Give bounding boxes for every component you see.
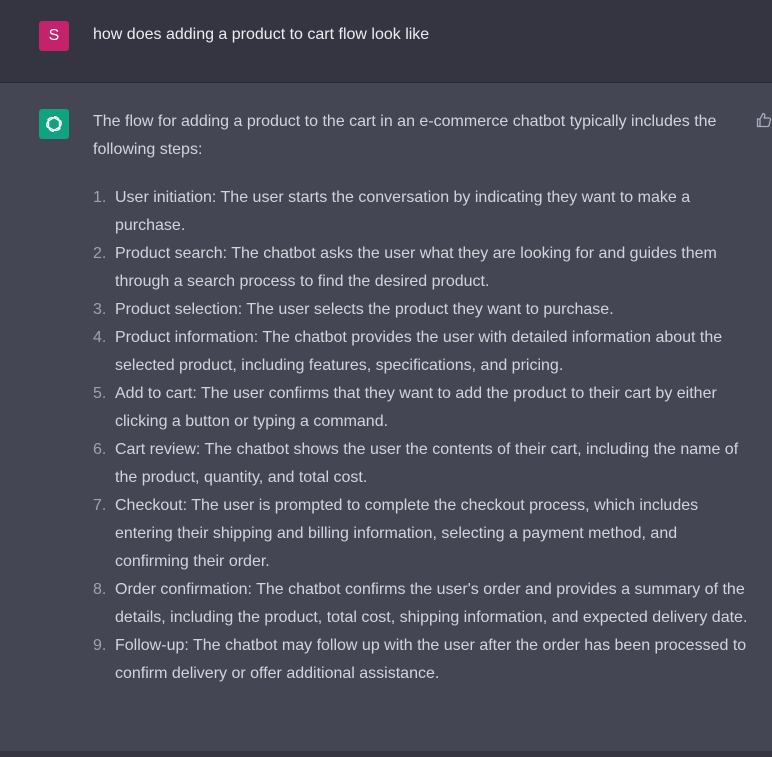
- list-item: 5. Add to cart: The user confirms that th…: [93, 380, 753, 436]
- user-message-row: S how does adding a product to cart flow…: [0, 0, 772, 83]
- list-item-number: 7.: [93, 497, 107, 514]
- assistant-message-content: The flow for adding a product to the car…: [93, 108, 753, 688]
- list-item: 2. Product search: The chatbot asks the u…: [93, 240, 753, 296]
- list-item-number: 2.: [93, 245, 107, 262]
- list-item-number: 8.: [93, 581, 107, 598]
- list-item: 6. Cart review: The chatbot shows the use…: [93, 436, 753, 492]
- list-item: 8. Order confirmation: The chatbot confir…: [93, 576, 753, 632]
- list-item-text: Product search: The chatbot asks the use…: [115, 245, 717, 290]
- openai-logo-icon: [39, 109, 69, 139]
- steps-list: 1. User initiation: The user starts the c…: [93, 184, 753, 688]
- list-item-number: 4.: [93, 329, 107, 346]
- list-item-text: Add to cart: The user confirms that they…: [115, 385, 717, 430]
- list-item-text: Order confirmation: The chatbot confirms…: [115, 581, 748, 626]
- list-item: 1. User initiation: The user starts the c…: [93, 184, 753, 240]
- list-item: 3. Product selection: The user selects th…: [93, 296, 753, 324]
- list-item-text: Checkout: The user is prompted to comple…: [115, 497, 699, 570]
- user-avatar: S: [39, 21, 69, 51]
- list-item-text: Product selection: The user selects the …: [115, 301, 614, 318]
- list-item-text: User initiation: The user starts the con…: [115, 189, 691, 234]
- list-item-number: 6.: [93, 441, 107, 458]
- list-item: 7. Checkout: The user is prompted to comp…: [93, 492, 753, 576]
- list-item-text: Product information: The chatbot provide…: [115, 329, 723, 374]
- list-item-number: 1.: [93, 189, 107, 206]
- list-item: 9. Follow-up: The chatbot may follow up w…: [93, 632, 753, 688]
- list-item-text: Cart review: The chatbot shows the user …: [115, 441, 739, 486]
- assistant-message-row: The flow for adding a product to the car…: [0, 83, 772, 751]
- list-item-number: 5.: [93, 385, 107, 402]
- bottom-divider: [0, 751, 772, 757]
- thumbs-up-icon[interactable]: [756, 112, 772, 128]
- user-message-text: how does adding a product to cart flow l…: [93, 26, 430, 43]
- list-item: 4. Product information: The chatbot provi…: [93, 324, 753, 380]
- list-item-text: Follow-up: The chatbot may follow up wit…: [115, 637, 747, 682]
- assistant-intro-text: The flow for adding a product to the car…: [93, 113, 717, 158]
- list-item-number: 3.: [93, 301, 107, 318]
- list-item-number: 9.: [93, 637, 107, 654]
